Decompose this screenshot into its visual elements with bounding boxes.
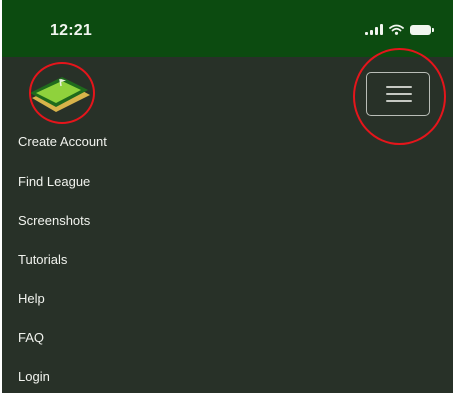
battery-icon	[410, 24, 434, 35]
wifi-icon	[389, 24, 404, 35]
status-icons	[365, 24, 434, 35]
signal-icon	[365, 24, 383, 35]
nav-item-screenshots[interactable]: Screenshots	[18, 213, 90, 228]
status-time: 12:21	[50, 22, 92, 39]
nav-item-find-league[interactable]: Find League	[18, 174, 90, 189]
logo-highlight-circle	[29, 62, 95, 124]
nav-item-login[interactable]: Login	[18, 369, 50, 384]
phone-screen: 12:21 Create Account Find League Screens	[2, 0, 453, 393]
nav-item-tutorials[interactable]: Tutorials	[18, 252, 67, 267]
status-bar: 12:21	[2, 0, 453, 57]
nav-item-help[interactable]: Help	[18, 291, 45, 306]
nav-item-faq[interactable]: FAQ	[18, 330, 44, 345]
nav-item-create-account[interactable]: Create Account	[18, 134, 107, 149]
menu-highlight-circle	[353, 48, 446, 145]
